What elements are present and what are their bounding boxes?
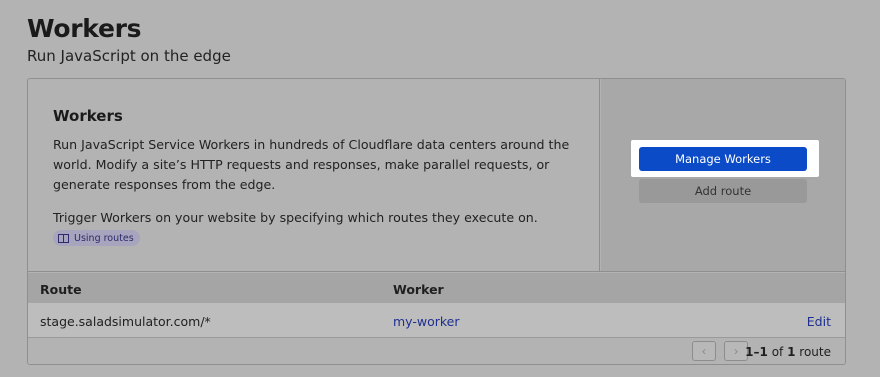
column-header-worker: Worker [393, 282, 444, 297]
page-unit: route [799, 345, 831, 359]
pagination: ‹ › 1–1 of 1 route [28, 339, 845, 364]
card-top: Workers Run JavaScript Service Workers i… [28, 79, 845, 272]
book-icon [58, 233, 69, 243]
column-header-route: Route [40, 282, 82, 297]
card-heading: Workers [53, 107, 123, 125]
using-routes-link[interactable]: Using routes [53, 230, 140, 246]
page-subtitle: Run JavaScript on the edge [27, 47, 231, 65]
worker-link[interactable]: my-worker [393, 314, 460, 329]
chevron-right-icon: › [734, 344, 738, 358]
page-title: Workers [27, 14, 142, 43]
page-total: 1 [787, 345, 796, 359]
edit-route-link[interactable]: Edit [807, 314, 831, 329]
pagination-info: 1–1 of 1 route [745, 345, 831, 359]
page-range: 1–1 [745, 345, 768, 359]
routes-table-header: Route Worker [28, 273, 845, 303]
card-trigger-text: Trigger Workers on your website by speci… [53, 210, 538, 225]
add-route-button[interactable]: Add route [639, 179, 807, 203]
table-row: stage.saladsimulator.com/* my-worker Edi… [28, 303, 845, 338]
card-description: Run JavaScript Service Workers in hundre… [53, 137, 570, 192]
manage-workers-button[interactable]: Manage Workers [639, 147, 807, 171]
route-cell: stage.saladsimulator.com/* [40, 314, 211, 329]
workers-card: Workers Run JavaScript Service Workers i… [27, 78, 846, 365]
chevron-left-icon: ‹ [702, 344, 706, 358]
card-actions: Manage Workers Add route [601, 79, 845, 271]
using-routes-label: Using routes [74, 232, 134, 244]
prev-page-button[interactable]: ‹ [692, 341, 716, 361]
page-of: of [771, 345, 784, 359]
card-info: Workers Run JavaScript Service Workers i… [28, 79, 600, 271]
